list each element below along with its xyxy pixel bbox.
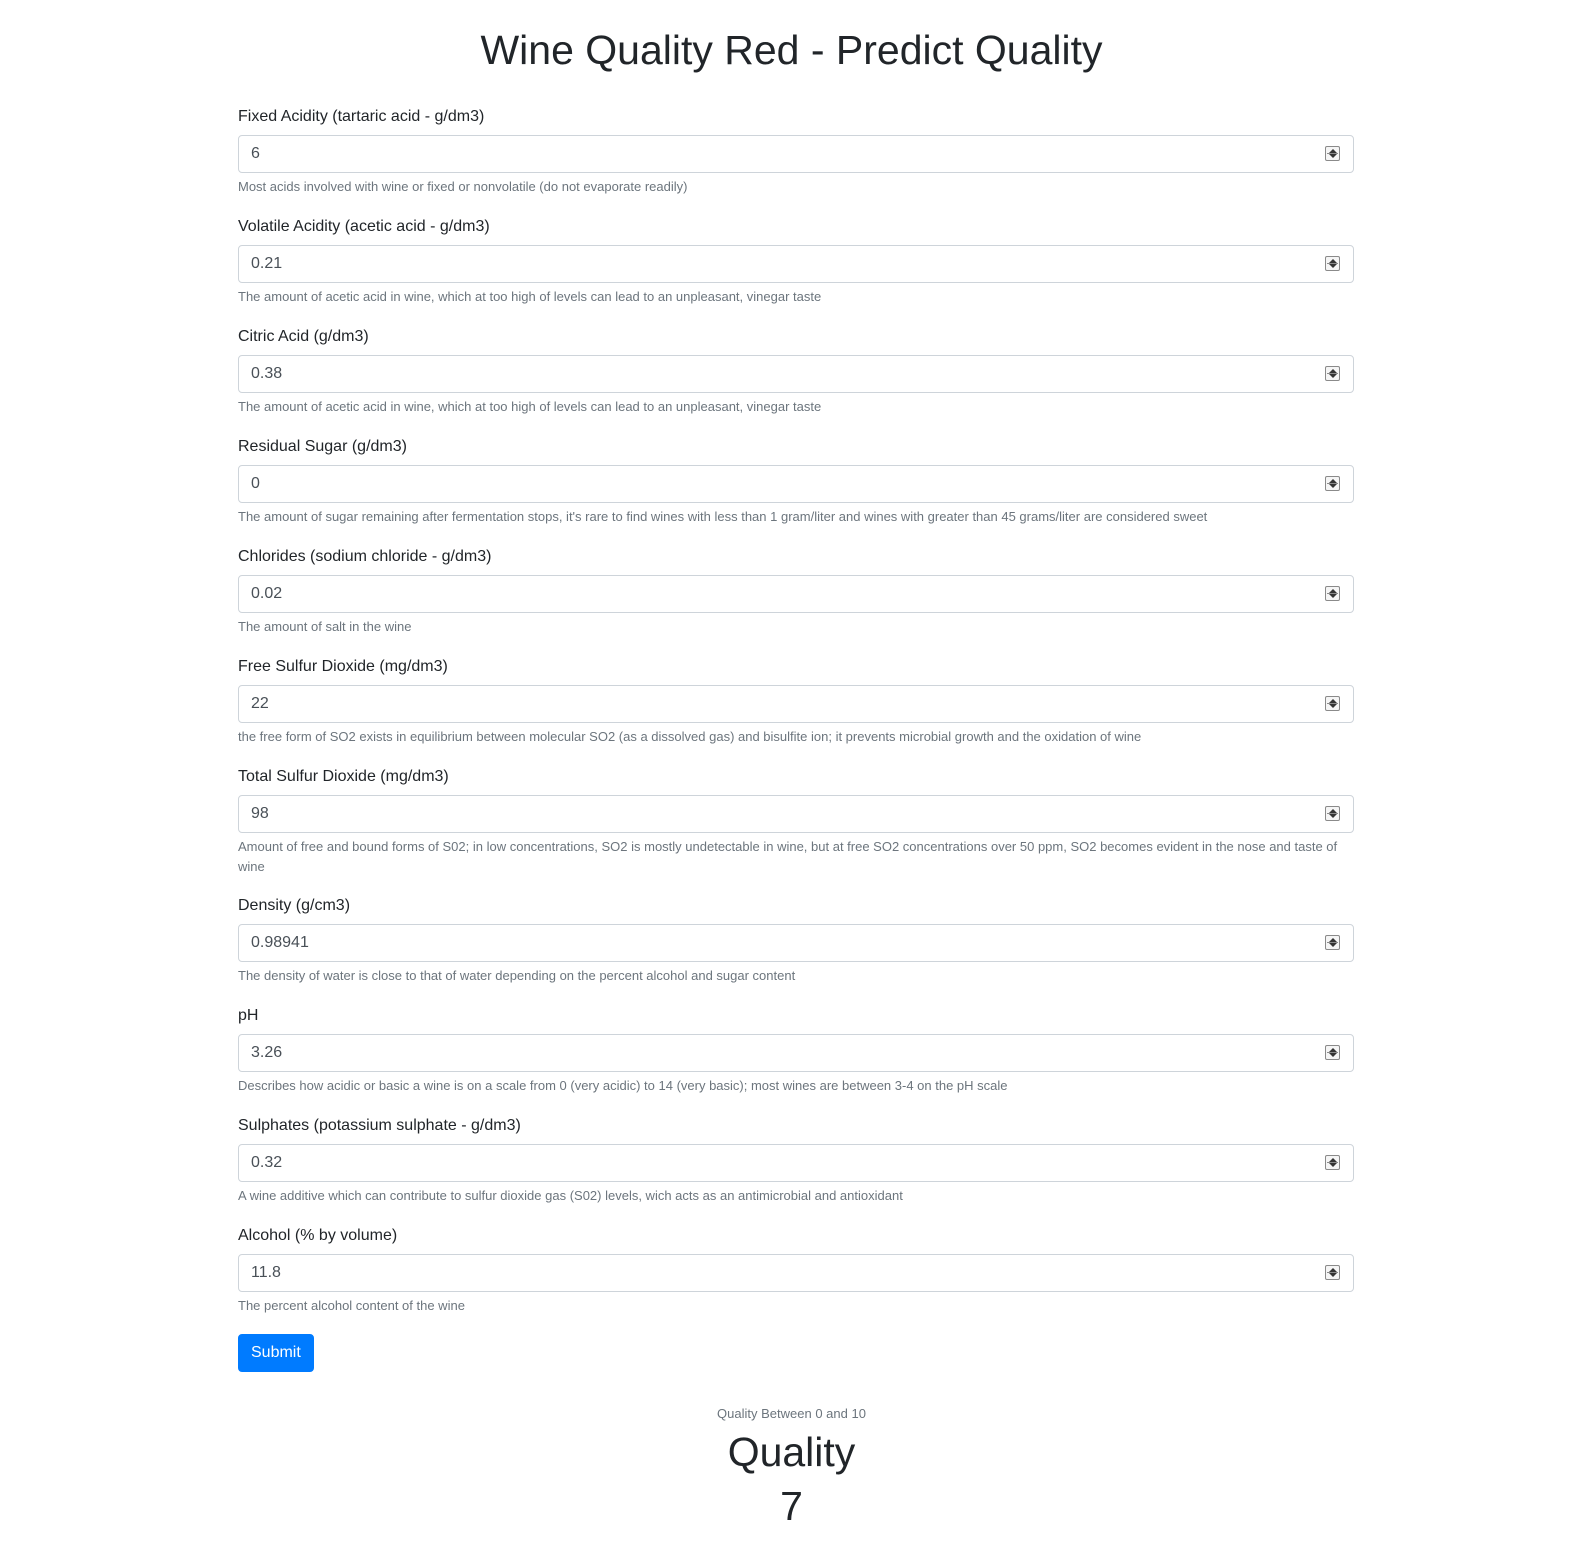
result-caption: Quality Between 0 and 10 [717,1406,866,1421]
field-density: Density (g/cm3) The density of water is … [238,894,1354,1004]
volatile-acidity-input[interactable] [238,245,1354,283]
field-total-sulfur-dioxide: Total Sulfur Dioxide (mg/dm3) Amount of … [238,765,1354,894]
number-spinner-icon[interactable] [1325,586,1340,601]
field-help-text: the free form of SO2 exists in equilibri… [238,729,1142,744]
residual-sugar-input[interactable] [238,465,1354,503]
prediction-form: Fixed Acidity (tartaric acid - g/dm3) Mo… [238,105,1354,1372]
field-label: Total Sulfur Dioxide (mg/dm3) [238,768,449,785]
sulphates-input[interactable] [238,1144,1354,1182]
field-label: Free Sulfur Dioxide (mg/dm3) [238,658,448,675]
field-help-text: The percent alcohol content of the wine [238,1298,465,1313]
ph-input[interactable] [238,1034,1354,1072]
field-help-text: Describes how acidic or basic a wine is … [238,1078,1008,1093]
field-label: Alcohol (% by volume) [238,1227,398,1244]
number-spinner-icon[interactable] [1325,696,1340,711]
field-label: Fixed Acidity (tartaric acid - g/dm3) [238,108,485,125]
field-help-text: The density of water is close to that of… [238,968,796,983]
field-citric-acid: Citric Acid (g/dm3) The amount of acetic… [238,325,1354,435]
field-alcohol: Alcohol (% by volume) The percent alcoho… [238,1224,1354,1334]
number-spinner-icon[interactable] [1325,256,1340,271]
field-residual-sugar: Residual Sugar (g/dm3) The amount of sug… [238,435,1354,545]
field-help-text: Most acids involved with wine or fixed o… [238,179,688,194]
chlorides-input[interactable] [238,575,1354,613]
field-volatile-acidity: Volatile Acidity (acetic acid - g/dm3) T… [238,215,1354,325]
field-label: Chlorides (sodium chloride - g/dm3) [238,548,492,565]
alcohol-input[interactable] [238,1254,1354,1292]
field-help-text: The amount of acetic acid in wine, which… [238,399,822,414]
field-label: Citric Acid (g/dm3) [238,328,369,345]
number-spinner-icon[interactable] [1325,146,1340,161]
field-help-text: The amount of acetic acid in wine, which… [238,289,822,304]
page-title: Wine Quality Red - Predict Quality [480,27,1103,73]
submit-button[interactable]: Submit [238,1334,314,1372]
field-label: Density (g/cm3) [238,897,351,914]
number-spinner-icon[interactable] [1325,935,1340,950]
field-help-text: The amount of sugar remaining after ferm… [238,509,1208,524]
prediction-result: Quality Between 0 and 10 Quality 7 [0,1405,1583,1531]
number-spinner-icon[interactable] [1325,1155,1340,1170]
number-spinner-icon[interactable] [1325,1045,1340,1060]
density-input[interactable] [238,924,1354,962]
free-sulfur-dioxide-input[interactable] [238,685,1354,723]
field-label: Residual Sugar (g/dm3) [238,438,407,455]
citric-acid-input[interactable] [238,355,1354,393]
field-chlorides: Chlorides (sodium chloride - g/dm3) The … [238,545,1354,655]
fixed-acidity-input[interactable] [238,135,1354,173]
field-label: Volatile Acidity (acetic acid - g/dm3) [238,218,490,235]
field-help-text: Amount of free and bound forms of S02; i… [238,839,1338,874]
total-sulfur-dioxide-input[interactable] [238,795,1354,833]
field-sulphates: Sulphates (potassium sulphate - g/dm3) A… [238,1114,1354,1224]
field-label: pH [238,1007,259,1024]
number-spinner-icon[interactable] [1325,1265,1340,1280]
number-spinner-icon[interactable] [1325,366,1340,381]
number-spinner-icon[interactable] [1325,806,1340,821]
result-heading: Quality [727,1429,856,1475]
number-spinner-icon[interactable] [1325,476,1340,491]
quality-value: 7 [780,1483,803,1529]
field-ph: pH Describes how acidic or basic a wine … [238,1004,1354,1114]
field-label: Sulphates (potassium sulphate - g/dm3) [238,1117,521,1134]
field-free-sulfur-dioxide: Free Sulfur Dioxide (mg/dm3) the free fo… [238,655,1354,765]
field-fixed-acidity: Fixed Acidity (tartaric acid - g/dm3) Mo… [238,105,1354,215]
field-help-text: The amount of salt in the wine [238,619,412,634]
field-help-text: A wine additive which can contribute to … [238,1188,903,1203]
